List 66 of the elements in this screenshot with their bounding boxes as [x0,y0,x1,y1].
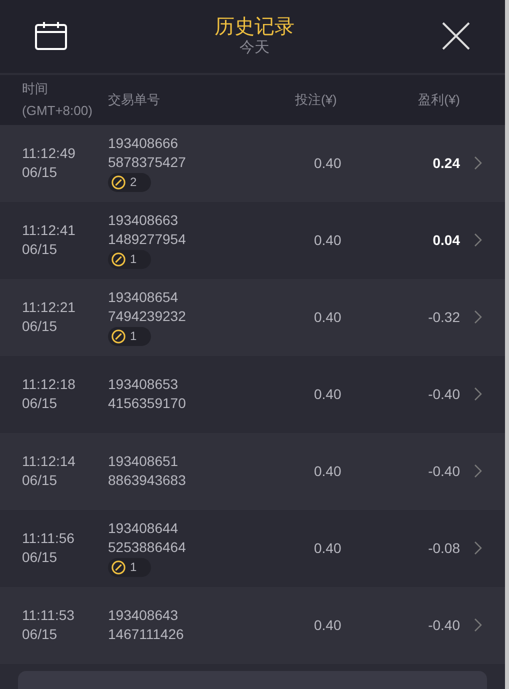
count-badge: 1 [108,327,151,346]
stake-amount: 0.40 [313,538,342,558]
trade-time: 11:12:21 [22,298,76,318]
chevron-right-icon [474,464,482,478]
trade-time: 11:12:18 [22,375,76,394]
history-row[interactable]: 11:12:49 06/15 193408666 5878375427 2 0.40 0.24 [0,124,505,202]
order-number: 193408666 [108,134,180,154]
column-header: 交易单号 [108,91,161,110]
close-icon[interactable] [441,21,471,52]
order-number: 5253886464 [108,538,187,558]
trade-time: 11:12:49 [22,144,76,164]
chevron-right-icon [474,541,482,556]
order-number: 193408663 [108,211,180,230]
trade-time: 11:11:53 [22,606,76,626]
trade-date: 06/15 [22,625,58,644]
history-row[interactable]: 11:12:21 06/15 193408654 7494239232 1 0.40 -0.32 [0,278,505,356]
order-number: 4156359170 [108,394,187,414]
stake-amount: 0.40 [313,384,342,404]
trade-date: 06/15 [22,548,58,568]
trade-time: 11:12:41 [22,221,76,240]
chevron-right-icon [474,233,482,248]
count-badge: 2 [108,173,151,192]
order-number: 193408644 [108,519,180,538]
trade-date: 06/15 [22,394,58,414]
column-header: 投注(¥) [294,91,338,110]
order-number: 193408651 [108,452,180,472]
order-number: 193408643 [108,606,180,626]
order-number: 193408653 [108,375,180,394]
trade-date: 06/15 [22,240,58,260]
chevron-right-icon [474,387,482,402]
calendar-icon[interactable] [34,21,68,52]
trade-time: 11:11:56 [22,529,76,548]
stake-amount: 0.40 [313,154,342,173]
count-badge: 1 [108,558,151,578]
order-number: 193408654 [108,288,180,308]
stake-amount: 0.40 [313,308,342,327]
order-number: 1489277954 [108,230,187,250]
profit-amount: -0.40 [427,384,460,404]
profit-amount: -0.40 [427,616,460,635]
column-header: 盈利(¥) [417,91,460,110]
order-number: 8863943683 [108,471,187,490]
column-header: 时间 [22,80,49,98]
profit-amount: -0.32 [427,308,460,327]
trade-date: 06/15 [22,317,58,336]
chevron-right-icon [474,618,482,632]
trade-time: 11:12:14 [22,452,76,472]
profit-amount: 0.24 [432,154,460,173]
chevron-right-icon [474,156,482,170]
chevron-right-icon [474,310,482,324]
order-number: 7494239232 [108,307,187,326]
trade-date: 06/15 [22,163,58,182]
profit-amount: -0.40 [427,462,460,481]
stake-amount: 0.40 [313,616,342,635]
order-number: 5878375427 [108,153,187,172]
column-header: (GMT+8:00) [22,102,94,120]
order-number: 1467111426 [108,625,185,644]
history-row[interactable]: 11:11:53 06/15 193408643 1467111426 0.40 -0.40 [0,586,505,664]
history-row[interactable]: 11:12:14 06/15 193408651 8863943683 0.40 -0.40 [0,432,505,510]
count-badge: 1 [108,250,151,270]
page-title: 历史记录 [214,15,294,40]
profit-amount: 0.04 [432,230,460,250]
stake-amount: 0.40 [313,230,342,250]
profit-amount: -0.08 [427,538,460,558]
date-subtitle: 今天 [240,39,270,58]
trade-date: 06/15 [22,471,58,490]
stake-amount: 0.40 [313,462,342,481]
